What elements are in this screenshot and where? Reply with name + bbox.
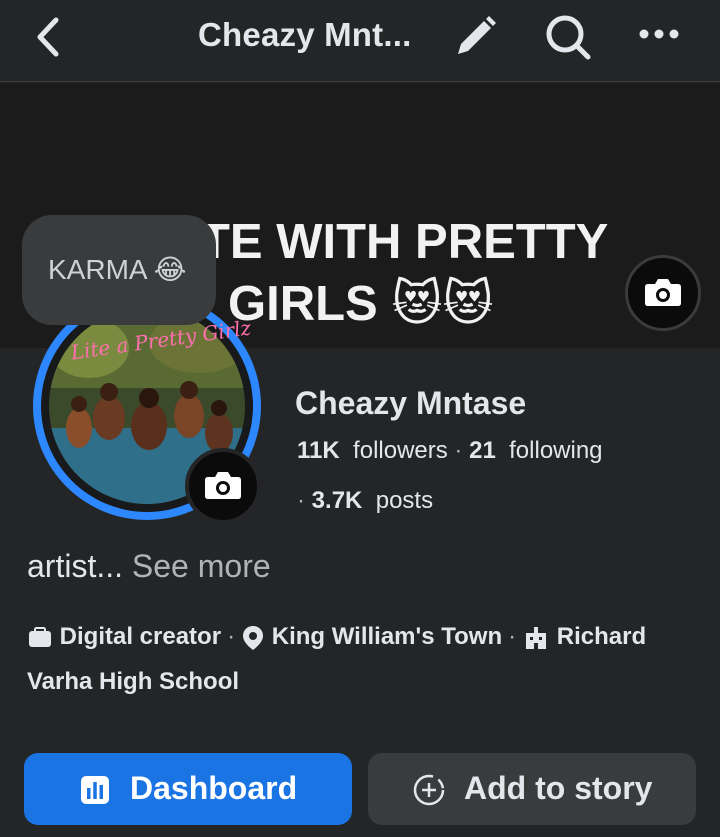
- cover-caption-line1: TE WITH PRETTY: [200, 215, 609, 269]
- profile-stats: 11K followers · 21 following: [297, 437, 603, 464]
- pencil-icon: [458, 16, 496, 54]
- profile-name: Cheazy Mntase: [295, 385, 527, 421]
- followers-link[interactable]: 11K followers: [297, 437, 448, 464]
- category-text: Digital creator: [59, 623, 222, 650]
- note-bubble[interactable]: KARMA 😂: [22, 215, 216, 325]
- bio: artist... See more: [27, 548, 271, 585]
- dashboard-icon: [81, 776, 109, 804]
- search-icon: [546, 15, 591, 60]
- cover-caption-line2: GIRLS 😻😻: [228, 277, 494, 331]
- add-to-story-label: Add to story: [464, 770, 653, 806]
- see-more-link[interactable]: See more: [132, 548, 271, 584]
- page-title: Cheazy Mnt...: [198, 16, 412, 53]
- more-icon: [639, 29, 679, 39]
- following-link[interactable]: 21 following: [469, 437, 602, 464]
- edit-profile-picture-button[interactable]: [185, 448, 261, 524]
- profile-details: Digital creator · King William's Town · Ri…: [27, 623, 647, 695]
- bio-text: artist...: [27, 548, 124, 584]
- location-text[interactable]: King William's Town: [272, 623, 502, 650]
- search-button[interactable]: [543, 12, 593, 67]
- more-button[interactable]: [636, 22, 682, 51]
- edit-cover-button[interactable]: [625, 255, 701, 331]
- top-bar: Cheazy Mnt...: [0, 0, 720, 82]
- note-text: KARMA 😂: [48, 254, 187, 285]
- location-pin-icon: [243, 625, 264, 650]
- briefcase-icon: [29, 626, 51, 647]
- back-arrow-icon: [37, 17, 59, 57]
- dashboard-label: Dashboard: [130, 770, 298, 806]
- posts-stat: · 3.7K posts: [297, 487, 434, 514]
- add-circle-icon: [413, 774, 445, 806]
- camera-icon: [645, 279, 681, 306]
- edit-button[interactable]: [452, 12, 500, 65]
- back-button[interactable]: [30, 14, 70, 60]
- dashboard-button[interactable]: Dashboard: [24, 753, 352, 825]
- camera-icon: [205, 472, 241, 499]
- add-to-story-button[interactable]: Add to story: [368, 753, 696, 825]
- school-icon: [526, 626, 547, 649]
